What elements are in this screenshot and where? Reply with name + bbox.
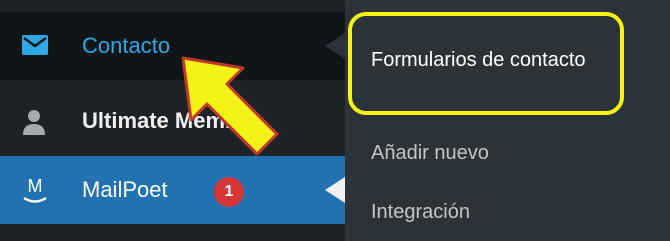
pointer-arrow-icon: [181, 56, 279, 156]
submenu-item-integracion[interactable]: Integración: [371, 201, 470, 224]
current-menu-pointer: [325, 177, 345, 203]
submenu-item-anadir-nuevo[interactable]: Añadir nuevo: [371, 142, 489, 165]
svg-text:M: M: [28, 176, 43, 196]
sidebar-item-mailpoet[interactable]: M MailPoet 1: [0, 156, 345, 224]
mailpoet-icon: M: [21, 175, 49, 205]
notification-badge: 1: [214, 177, 244, 207]
sidebar-item-label: Contacto: [82, 33, 171, 58]
envelope-icon: [21, 34, 49, 56]
highlight-box: [348, 12, 624, 115]
submenu-pointer: [325, 33, 345, 59]
user-icon: [21, 108, 47, 136]
sidebar-item-label: MailPoet: [82, 177, 168, 202]
